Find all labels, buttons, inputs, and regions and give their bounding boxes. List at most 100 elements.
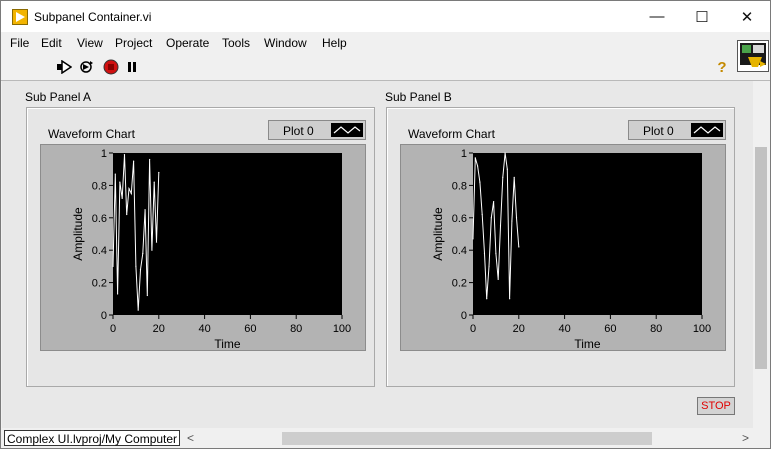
data-point	[130, 192, 132, 195]
x-tick-label: 0	[110, 323, 116, 335]
data-point	[119, 181, 121, 183]
data-point	[123, 154, 126, 156]
window-title: Subpanel Container.vi	[34, 10, 152, 24]
data-point	[495, 252, 497, 255]
vertical-scroll-thumb[interactable]	[755, 147, 767, 369]
plot-legend[interactable]: Plot 0	[268, 120, 366, 140]
data-point	[515, 217, 518, 219]
menu-operate[interactable]: Operate	[166, 36, 209, 50]
data-point	[472, 238, 474, 240]
data-point	[153, 181, 155, 183]
menu-project[interactable]: Project	[115, 36, 152, 50]
y-tick-label: 0	[101, 310, 107, 322]
data-point	[490, 217, 492, 219]
pause-button[interactable]	[123, 59, 141, 75]
abort-button[interactable]	[102, 59, 120, 75]
data-point	[112, 265, 114, 267]
chart-title: Waveform Chart	[408, 127, 495, 141]
data-point	[481, 213, 483, 216]
x-tick-label: 80	[290, 323, 302, 335]
x-tick-label: 60	[604, 323, 616, 335]
y-tick-label: 0.8	[452, 180, 467, 192]
data-point	[155, 241, 158, 243]
data-point	[493, 201, 495, 203]
data-point	[486, 298, 488, 300]
chart-svg: 0 0.2 0.4 0.6 0.8 1 0 20 40 60 80 100 Time Amplitude	[431, 148, 711, 350]
y-tick-label: 1	[461, 148, 467, 160]
y-tick-label: 0.2	[92, 278, 107, 290]
stop-button[interactable]: STOP	[697, 397, 735, 415]
data-point	[116, 293, 119, 295]
horizontal-scroll-thumb[interactable]	[282, 432, 652, 445]
data-point	[139, 269, 142, 271]
data-point	[488, 265, 490, 267]
data-point	[509, 298, 511, 300]
x-tick-label: 80	[650, 323, 662, 335]
waveform-chart[interactable]: 0 0.2 0.4 0.6 0.8 1 0 20 40 60 80 100 Time Amplitude	[400, 144, 726, 351]
data-point	[158, 171, 160, 174]
y-tick-label: 0.6	[452, 213, 467, 225]
maximize-button[interactable]: ☐	[679, 1, 725, 32]
help-question-icon: ?	[717, 58, 727, 76]
x-tick-label: 40	[558, 323, 570, 335]
minimize-icon: —	[649, 8, 665, 25]
minimize-button[interactable]: —	[634, 1, 680, 32]
menu-tools[interactable]: Tools	[222, 36, 250, 50]
vertical-scrollbar[interactable]	[753, 81, 770, 428]
x-tick-label: 60	[244, 323, 256, 335]
run-button[interactable]	[55, 59, 73, 75]
labview-vi-icon	[12, 9, 28, 25]
x-tick-label: 20	[153, 323, 165, 335]
menu-edit[interactable]: Edit	[41, 36, 62, 50]
x-tick-label: 100	[333, 323, 351, 335]
project-path[interactable]: Complex UI.lvproj/My Computer	[4, 430, 181, 446]
data-point	[137, 309, 139, 311]
menu-help[interactable]: Help	[322, 36, 347, 50]
data-point	[151, 249, 153, 251]
waveform-chart[interactable]: 0 0.2 0.4 0.6 0.8 1 0 20 40 60 80 100 Time Amplitude	[40, 144, 366, 351]
pause-icon	[128, 62, 136, 72]
close-icon: ✕	[740, 8, 754, 26]
y-tick-label: 0	[461, 310, 467, 322]
chart-title: Waveform Chart	[48, 127, 135, 141]
menu-view[interactable]: View	[77, 36, 103, 50]
x-tick-label: 0	[470, 323, 476, 335]
data-point	[144, 209, 146, 211]
scroll-left-arrow-icon[interactable]: <	[187, 431, 194, 445]
subpanel-b-label: Sub Panel B	[385, 90, 452, 104]
x-axis-label: Time	[214, 337, 241, 350]
close-button[interactable]: ✕	[724, 1, 770, 32]
menu-window[interactable]: Window	[264, 36, 307, 50]
data-point	[146, 294, 148, 297]
data-point	[133, 160, 135, 162]
y-axis-label: Amplitude	[431, 207, 445, 261]
y-tick-label: 0.2	[452, 278, 467, 290]
context-help-button[interactable]: ?	[713, 58, 731, 76]
maximize-icon: ☐	[695, 8, 709, 26]
menu-file[interactable]: File	[10, 36, 29, 50]
plot-legend[interactable]: Plot 0	[628, 120, 726, 140]
data-point	[499, 225, 502, 227]
menu-bar: File Edit View Project Operate Tools Win…	[1, 32, 770, 54]
x-axis-label: Time	[574, 337, 601, 350]
data-point	[479, 181, 481, 183]
data-point	[483, 252, 486, 255]
data-point	[126, 213, 128, 216]
data-point	[506, 168, 508, 170]
y-tick-label: 1	[101, 148, 107, 160]
data-point	[474, 157, 476, 159]
scroll-right-arrow-icon[interactable]: >	[742, 431, 749, 445]
data-point	[121, 197, 123, 199]
y-tick-label: 0.4	[452, 245, 467, 257]
title-bar: Subpanel Container.vi — ☐ ✕	[1, 1, 770, 32]
data-point	[497, 278, 499, 280]
y-tick-label: 0.8	[92, 180, 107, 192]
chart-svg: 0 0.2 0.4 0.6 0.8 1 0 20 40 60 80 100 Time Amplitude	[71, 148, 351, 350]
legend-plot-name: Plot 0	[283, 124, 314, 138]
vi-connector-pane-icon[interactable]	[737, 40, 769, 72]
data-point	[128, 188, 130, 190]
y-tick-label: 0.6	[92, 213, 107, 225]
abort-icon	[103, 59, 119, 75]
run-continuously-button[interactable]	[77, 59, 95, 75]
data-point	[502, 176, 504, 178]
